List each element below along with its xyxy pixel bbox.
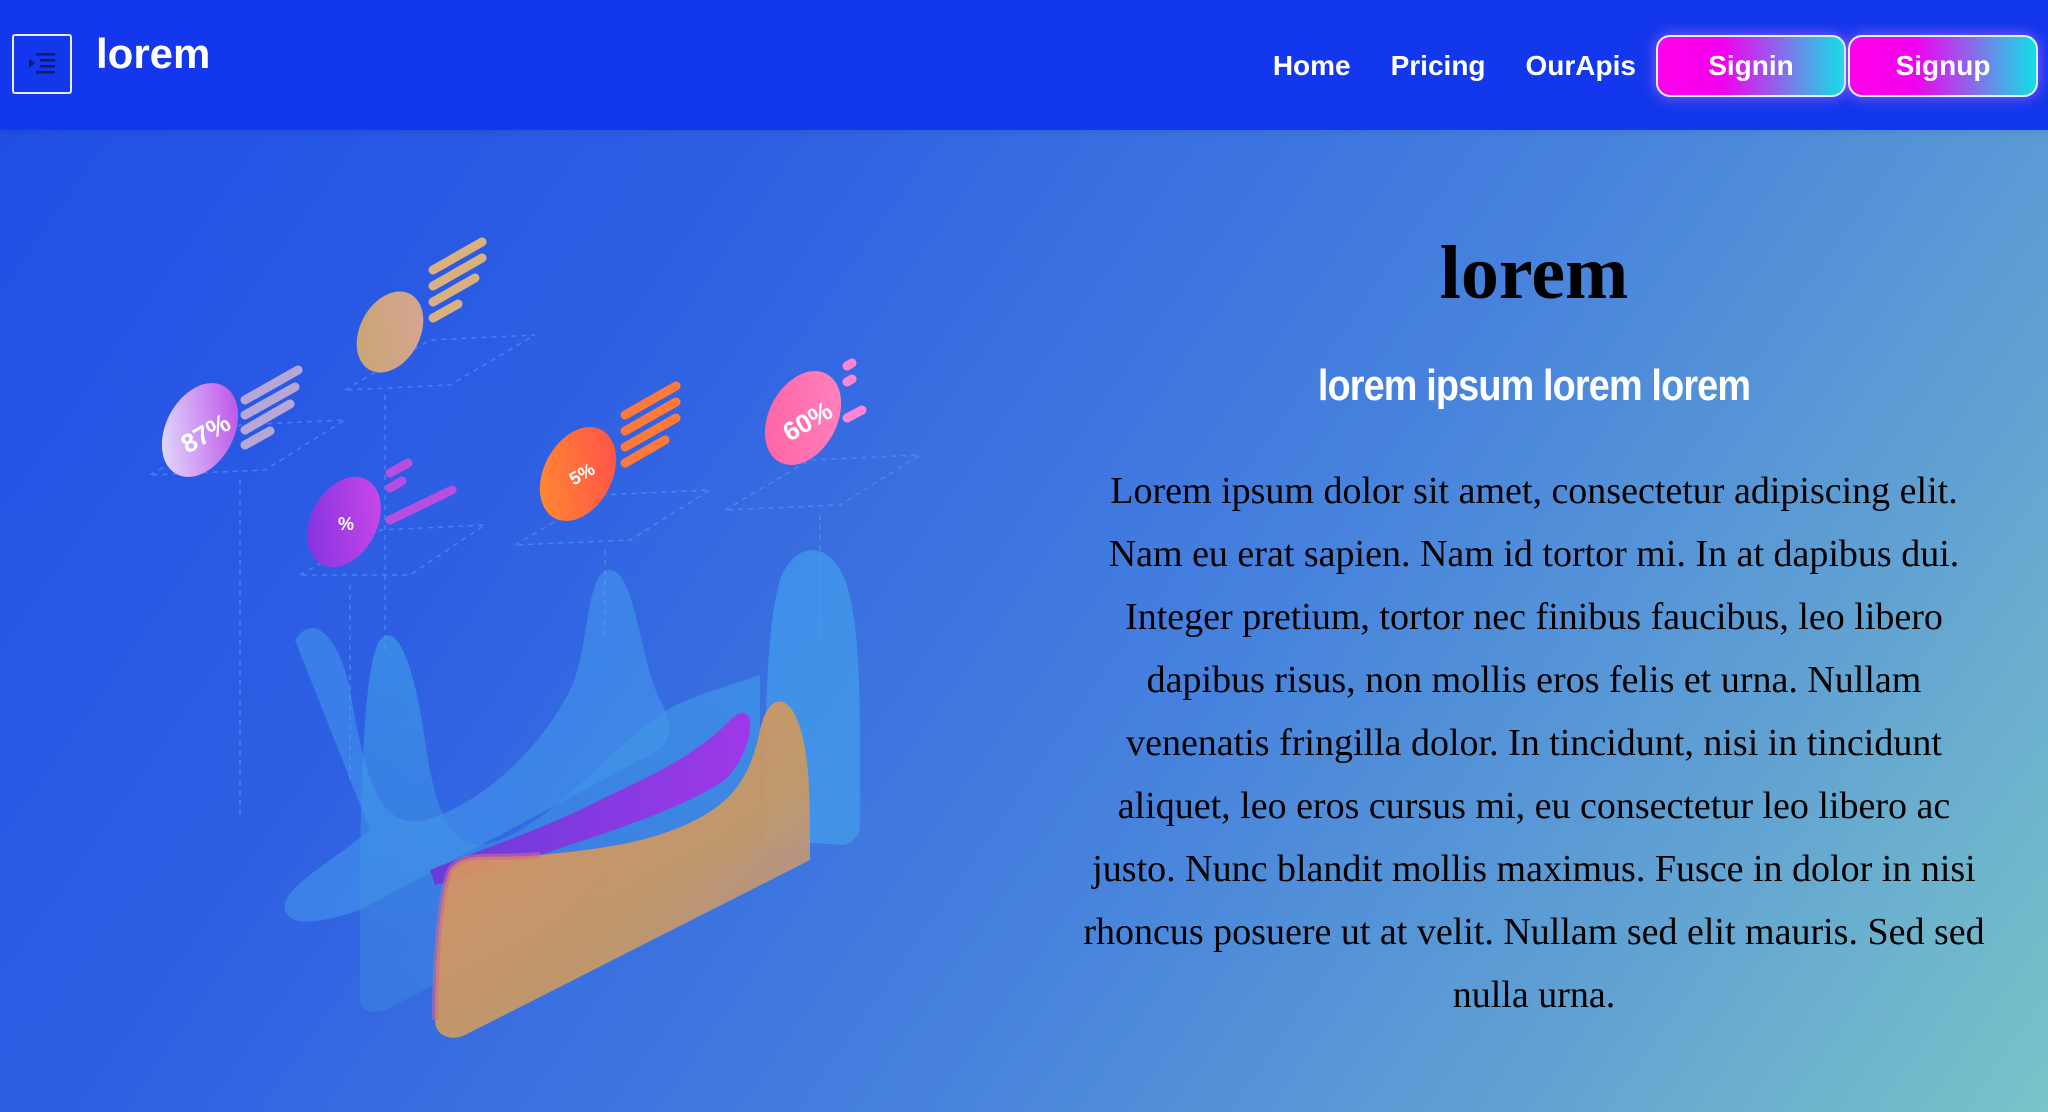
menu-toggle-button[interactable]: [12, 34, 72, 94]
nav-link-pricing[interactable]: Pricing: [1391, 50, 1486, 82]
menu-indent-icon: [29, 53, 55, 74]
hero-subtitle: lorem ipsum lorem lorem: [1317, 361, 1751, 410]
brand-logo-text[interactable]: lorem: [96, 26, 210, 82]
signin-button[interactable]: Signin: [1656, 35, 1846, 97]
isometric-chart-illustration: 87% % 5% 60%: [149, 237, 923, 1038]
badge-percent: %: [338, 514, 354, 534]
nav-links: Home Pricing OurApis Signin Signup: [1273, 34, 2048, 98]
hero-body-text: Lorem ipsum dolor sit amet, consectetur …: [1083, 470, 1985, 1016]
top-navbar: lorem Home Pricing OurApis Signin Signup: [0, 0, 2048, 130]
signup-button[interactable]: Signup: [1848, 35, 2038, 97]
hero-content: lorem lorem ipsum lorem lorem Lorem ipsu…: [1060, 200, 2008, 1027]
nav-link-ourapis[interactable]: OurApis: [1526, 50, 1636, 82]
hero-title: lorem: [1439, 231, 1629, 315]
nav-link-home[interactable]: Home: [1273, 50, 1351, 82]
